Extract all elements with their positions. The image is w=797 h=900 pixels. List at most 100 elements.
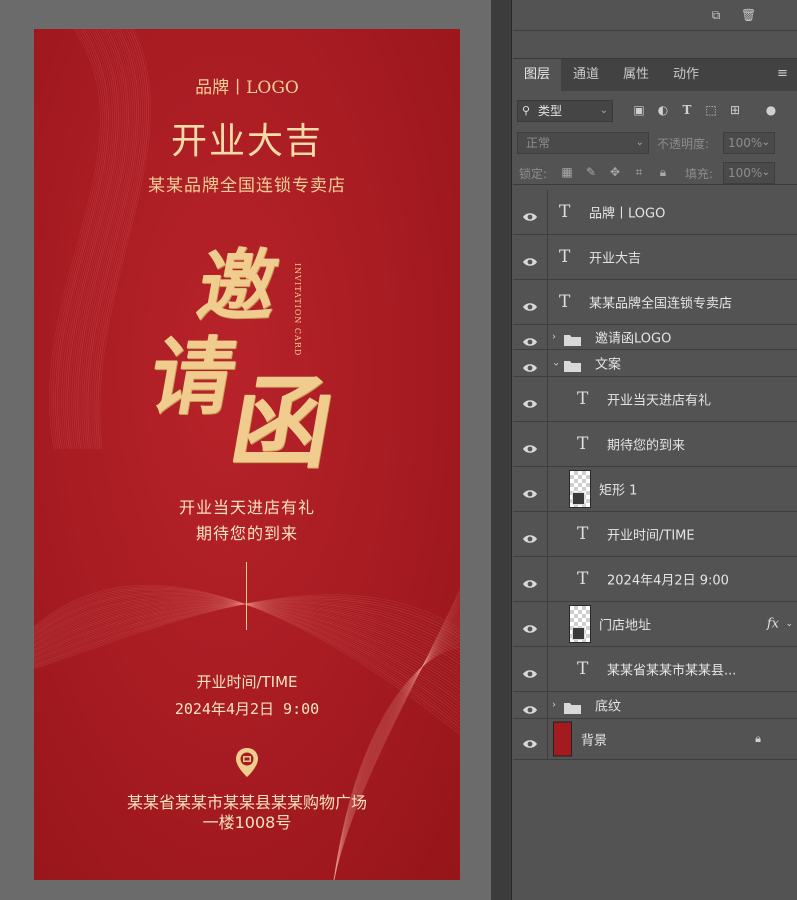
pixel-filter-icon[interactable]: ▣	[631, 102, 647, 118]
lock-transparency-icon[interactable]: ▦	[559, 164, 575, 180]
eye-icon[interactable]	[522, 734, 538, 748]
visibility-column	[513, 377, 548, 421]
layer-name: 矩形 1	[599, 483, 638, 499]
eye-icon[interactable]	[522, 700, 538, 714]
layer-row[interactable]: 矩形 1	[513, 467, 797, 512]
visibility-column	[513, 557, 548, 601]
calligraphy-char-2: 请	[142, 327, 244, 426]
chevron-down-icon[interactable]: ⌄	[552, 358, 560, 369]
visibility-column	[513, 512, 548, 556]
eye-icon[interactable]	[522, 529, 538, 543]
blend-mode-value: 正常	[526, 136, 551, 150]
visibility-column	[513, 325, 548, 349]
lock-artboard-icon[interactable]: ⌗	[631, 164, 647, 180]
layer-row[interactable]: T 品牌丨LOGO	[513, 190, 797, 235]
tab-properties[interactable]: 属性	[611, 59, 661, 91]
welcome-line-2: 期待您的到来	[195, 524, 298, 543]
opacity-field[interactable]: 100% ⌄	[723, 132, 775, 154]
eye-icon[interactable]	[522, 358, 538, 372]
layer-filter-select[interactable]: ⚲ 类型 ⌄	[517, 100, 613, 122]
trash-icon[interactable]: 🗑	[741, 8, 756, 22]
layers-list: T 品牌丨LOGO T 开业大吉 T 某某品牌全国连锁专卖店 › 邀请函LOGO ⌄ 文案 T 开业当…	[513, 190, 797, 760]
tab-layers[interactable]: 图层	[513, 59, 561, 91]
vertical-divider	[246, 562, 247, 630]
text-layer-icon: T	[559, 292, 571, 312]
eye-icon[interactable]	[522, 574, 538, 588]
layer-row[interactable]: T 期待您的到来	[513, 422, 797, 467]
layer-effects-fx-icon[interactable]: fx	[767, 617, 779, 632]
layer-row[interactable]: T 开业大吉	[513, 235, 797, 280]
fill-value: 100%	[728, 166, 763, 180]
tab-channels[interactable]: 通道	[561, 59, 611, 91]
opening-time-label: 开业时间/TIME	[196, 673, 298, 691]
layer-name: 邀请函LOGO	[595, 331, 672, 347]
panel-toolbar: ⧉ 🗑	[513, 0, 797, 31]
eye-icon[interactable]	[522, 332, 538, 346]
search-icon: ⚲	[522, 104, 531, 117]
blend-mode-select[interactable]: 正常 ⌄	[517, 132, 649, 154]
eye-icon[interactable]	[522, 484, 538, 498]
folder-icon	[564, 357, 581, 372]
layer-row[interactable]: › 底纹	[513, 692, 797, 719]
invitation-card-english: INVITATION CARD	[293, 263, 302, 357]
layer-name: 2024年4月2日 9:00	[607, 573, 729, 589]
eye-icon[interactable]	[522, 297, 538, 311]
layer-row[interactable]: T 开业当天进店有礼	[513, 377, 797, 422]
panel-menu-icon[interactable]: ≡	[777, 67, 791, 81]
eye-icon[interactable]	[522, 252, 538, 266]
visibility-column	[513, 350, 548, 376]
lock-icon: 🔒︎	[755, 732, 761, 745]
chevron-down-icon: ⌄	[599, 105, 608, 116]
blend-row: 正常 ⌄ 不透明度: 100% ⌄	[513, 131, 797, 155]
layer-row[interactable]: T 开业时间/TIME	[513, 512, 797, 557]
chevron-down-icon: ⌄	[635, 137, 644, 148]
eye-icon[interactable]	[522, 664, 538, 678]
eye-icon[interactable]	[522, 207, 538, 221]
folder-icon	[564, 699, 581, 714]
layer-row[interactable]: T 2024年4月2日 9:00	[513, 557, 797, 602]
layer-name: 某某品牌全国连锁专卖店	[589, 296, 733, 312]
chevron-right-icon[interactable]: ›	[552, 700, 556, 711]
opacity-label: 不透明度:	[657, 137, 710, 151]
layer-name: 某某省某某市某某县...	[607, 663, 737, 679]
shape-filter-icon[interactable]: ⬚	[703, 102, 719, 118]
smart-object-filter-icon[interactable]: ⊞	[727, 102, 743, 118]
document-canvas[interactable]: 品牌丨LOGO 开业大吉 某某品牌全国连锁专卖店 邀 请 函 INVITATIO…	[34, 29, 460, 880]
shape-thumbnail	[569, 470, 591, 508]
text-layer-icon: T	[577, 434, 589, 454]
lock-position-move-icon[interactable]: ✥	[607, 164, 623, 180]
layer-row[interactable]: T 某某省某某市某某县...	[513, 647, 797, 692]
text-layer-icon: T	[577, 659, 589, 679]
lock-all-icon[interactable]: 🔒︎	[655, 164, 671, 180]
dock-collapse-strip[interactable]	[491, 0, 512, 900]
eye-icon[interactable]	[522, 394, 538, 408]
fill-label: 填充:	[685, 167, 714, 181]
background-thumbnail	[553, 721, 572, 757]
type-filter-icon[interactable]: T	[679, 102, 695, 118]
adjustment-filter-icon[interactable]: ◐	[655, 102, 671, 118]
layer-row[interactable]: T 某某品牌全国连锁专卖店	[513, 280, 797, 325]
chevron-right-icon[interactable]: ›	[552, 332, 556, 343]
chevron-down-icon[interactable]: ⌄	[785, 619, 793, 629]
brand-logo-text: 品牌丨LOGO	[195, 78, 299, 98]
tab-actions[interactable]: 动作	[661, 59, 711, 91]
filter-toggle-icon[interactable]: ●	[763, 102, 779, 118]
new-document-icon[interactable]: ⧉	[709, 8, 723, 22]
chevron-down-icon: ⌄	[761, 167, 770, 178]
lock-pixels-brush-icon[interactable]: ✎	[583, 164, 599, 180]
visibility-column	[513, 190, 548, 234]
opacity-value: 100%	[728, 136, 763, 150]
opening-title: 开业大吉	[170, 121, 323, 162]
text-layer-icon: T	[559, 247, 571, 267]
visibility-column	[513, 422, 548, 466]
layer-name: 开业当天进店有礼	[607, 393, 712, 409]
eye-icon[interactable]	[522, 619, 538, 633]
layer-row[interactable]: ⌄ 文案	[513, 350, 797, 377]
eye-icon[interactable]	[522, 439, 538, 453]
visibility-column	[513, 692, 548, 718]
layer-row[interactable]: 背景 🔒︎	[513, 719, 797, 760]
fill-field[interactable]: 100% ⌄	[723, 162, 775, 184]
layer-row[interactable]: 门店地址 fx ⌄	[513, 602, 797, 647]
layer-row[interactable]: › 邀请函LOGO	[513, 325, 797, 350]
shape-badge-icon	[572, 492, 585, 505]
